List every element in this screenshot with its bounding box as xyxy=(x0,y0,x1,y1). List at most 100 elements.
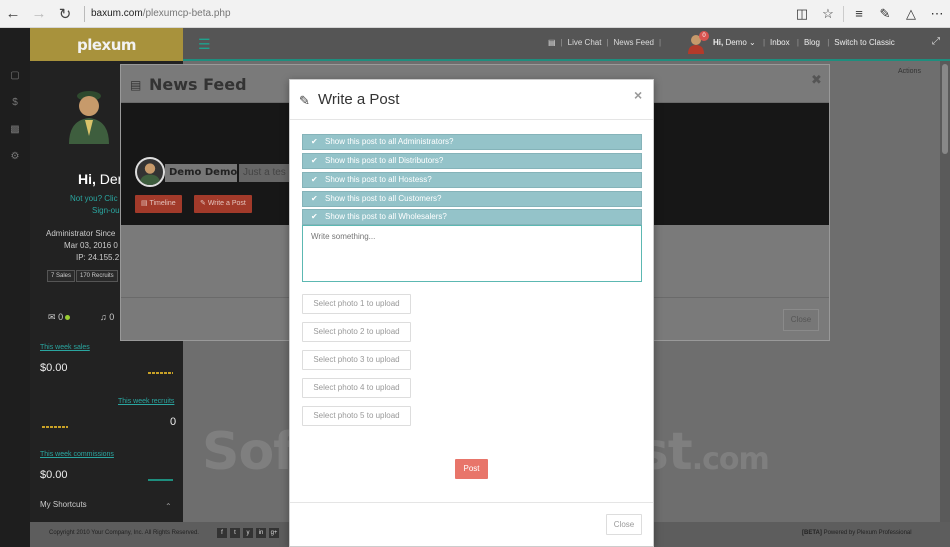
write-post-header: ✎ Write a Post × xyxy=(290,80,653,120)
write-post-modal: ✎ Write a Post × ✔ Show this post to all … xyxy=(289,79,654,547)
audience-option-administrators[interactable]: ✔ Show this post to all Administrators? xyxy=(302,134,642,150)
recruits-badge[interactable]: 170 Recruits xyxy=(76,270,118,282)
address-bar[interactable]: baxum.com/plexumcp-beta.php xyxy=(91,8,789,19)
upload-photo-1-button[interactable]: Select photo 1 to upload xyxy=(302,294,411,314)
sales-sparkline xyxy=(148,372,173,374)
sign-out-link[interactable]: Sign-ou xyxy=(92,206,120,215)
expand-icon[interactable]: ⤢ xyxy=(932,36,940,47)
back-arrow-icon[interactable]: ← xyxy=(0,0,26,28)
stat-value-recruits: 0 xyxy=(170,416,177,428)
write-post-title: Write a Post xyxy=(318,91,400,108)
write-post-button[interactable]: ✎ Write a Post xyxy=(194,195,252,213)
reading-view-icon[interactable]: ◫ xyxy=(789,0,815,28)
timeline-button[interactable]: ▤ Timeline xyxy=(135,195,182,213)
share-icon[interactable]: △ xyxy=(898,0,924,28)
facebook-icon[interactable]: f xyxy=(217,528,227,538)
sales-badge[interactable]: 7 Sales xyxy=(47,270,76,282)
notification-badge[interactable]: 0 xyxy=(699,31,709,41)
post-button[interactable]: Post xyxy=(455,459,488,479)
commissions-sparkline xyxy=(148,479,173,481)
youtube-icon[interactable]: y xyxy=(243,528,253,538)
url-host: baxum.com xyxy=(91,8,143,19)
comment-icon[interactable]: ▤ xyxy=(548,38,556,47)
toolbar-divider xyxy=(843,5,844,22)
status-text: Just a tes xyxy=(239,164,291,182)
write-post-close-icon[interactable]: × xyxy=(634,87,642,103)
favorite-star-icon[interactable]: ☆ xyxy=(815,0,841,28)
logo-text: plexum xyxy=(76,35,137,54)
stat-value-sales: $0.00 xyxy=(40,362,68,374)
edit-icon: ✎ xyxy=(200,200,206,207)
icon-strip: ▢ $ ▩ ⚙ xyxy=(0,28,30,547)
user-avatar xyxy=(69,91,109,144)
monitor-icon[interactable]: ▢ xyxy=(0,70,30,81)
upload-photo-4-button[interactable]: Select photo 4 to upload xyxy=(302,378,411,398)
nav-switch-classic[interactable]: Switch to Classic xyxy=(834,38,894,47)
messages-count: 0 xyxy=(58,312,64,322)
audience-option-hostess[interactable]: ✔ Show this post to all Hostess? xyxy=(302,172,642,188)
profile-avatar xyxy=(135,157,165,187)
envelope-icon: ✉ xyxy=(48,312,56,322)
user-menu[interactable]: Hi, Demo ⌄ | Inbox | Blog | Switch to Class… xyxy=(713,38,895,47)
admin-since: Administrator Since xyxy=(46,229,116,238)
web-note-icon[interactable]: ✎ xyxy=(872,0,898,28)
nav-news-feed[interactable]: News Feed xyxy=(614,38,654,47)
nav-inbox[interactable]: Inbox xyxy=(770,38,790,47)
scrollbar-thumb[interactable] xyxy=(942,64,948,154)
checkmark-icon: ✔ xyxy=(311,212,318,221)
actions-label[interactable]: Actions xyxy=(898,68,921,75)
messages-counter[interactable]: ✉ 0 xyxy=(48,312,71,323)
forward-arrow-icon[interactable]: → xyxy=(26,0,52,28)
chart-icon[interactable]: ▩ xyxy=(0,124,30,135)
dollar-icon[interactable]: $ xyxy=(0,97,30,108)
checkmark-icon: ✔ xyxy=(311,137,318,146)
copyright-text: Copyright 2010 Your Company, Inc. All Ri… xyxy=(49,530,199,536)
upload-photo-3-button[interactable]: Select photo 3 to upload xyxy=(302,350,411,370)
post-textarea[interactable] xyxy=(302,225,642,282)
hub-icon[interactable]: ≡ xyxy=(846,0,872,28)
stat-label-recruits: This week recruits xyxy=(118,398,175,405)
upload-photo-2-button[interactable]: Select photo 2 to upload xyxy=(302,322,411,342)
nav-blog[interactable]: Blog xyxy=(804,38,820,47)
browser-toolbar: ← → ↻ baxum.com/plexumcp-beta.php ◫ ☆ ≡ … xyxy=(0,0,950,28)
edit-square-icon: ✎ xyxy=(299,93,310,108)
news-feed-title: News Feed xyxy=(149,75,247,94)
chevron-down-icon: ⌄ xyxy=(749,38,756,47)
online-dot xyxy=(65,315,71,320)
news-feed-close-icon[interactable]: ✖ xyxy=(811,72,822,88)
audience-option-wholesalers[interactable]: ✔ Show this post to all Wholesalers? xyxy=(302,209,642,225)
chevron-up-icon[interactable]: ⌃ xyxy=(165,502,172,511)
ip-address: IP: 24.155.2 xyxy=(76,253,120,262)
stat-label-commissions: This week commissions xyxy=(40,451,114,458)
profile-avatar-image xyxy=(139,163,161,185)
alerts-counter[interactable]: ♫ 0 xyxy=(100,312,114,322)
twitter-icon[interactable]: t xyxy=(230,528,240,538)
audience-option-customers[interactable]: ✔ Show this post to all Customers? xyxy=(302,191,642,207)
nav-live-chat[interactable]: Live Chat xyxy=(568,38,602,47)
gear-icon[interactable]: ⚙ xyxy=(0,151,30,162)
shortcuts-heading[interactable]: My Shortcuts xyxy=(40,500,87,509)
checkmark-icon: ✔ xyxy=(311,194,318,203)
logo[interactable]: plexum xyxy=(30,28,183,61)
stat-label-sales: This week sales xyxy=(40,344,90,351)
upload-photo-5-button[interactable]: Select photo 5 to upload xyxy=(302,406,411,426)
checkmark-icon: ✔ xyxy=(311,156,318,165)
write-post-footer-divider xyxy=(290,502,653,503)
hamburger-menu-icon[interactable]: ☰ xyxy=(198,36,211,53)
powered-by: [BETA] Powered by Plexum Professional xyxy=(802,530,912,536)
refresh-icon[interactable]: ↻ xyxy=(52,0,78,28)
news-feed-close-button[interactable]: Close xyxy=(783,309,819,331)
checkmark-icon: ✔ xyxy=(311,175,318,184)
bell-icon: ♫ xyxy=(100,312,107,322)
url-divider xyxy=(84,5,85,22)
url-path: /plexumcp-beta.php xyxy=(142,8,231,19)
linkedin-icon[interactable]: in xyxy=(256,528,266,538)
google-plus-icon[interactable]: g+ xyxy=(269,528,279,538)
write-post-close-button[interactable]: Close xyxy=(606,514,642,535)
audience-option-distributors[interactable]: ✔ Show this post to all Distributors? xyxy=(302,153,642,169)
more-icon[interactable]: ⋯ xyxy=(924,0,950,28)
recruits-sparkline xyxy=(42,426,68,428)
top-nav-links: ▤ | Live Chat | News Feed | xyxy=(548,38,662,47)
not-you-link[interactable]: Not you? Clic xyxy=(70,194,118,203)
profile-name: Demo Demo xyxy=(165,164,237,182)
